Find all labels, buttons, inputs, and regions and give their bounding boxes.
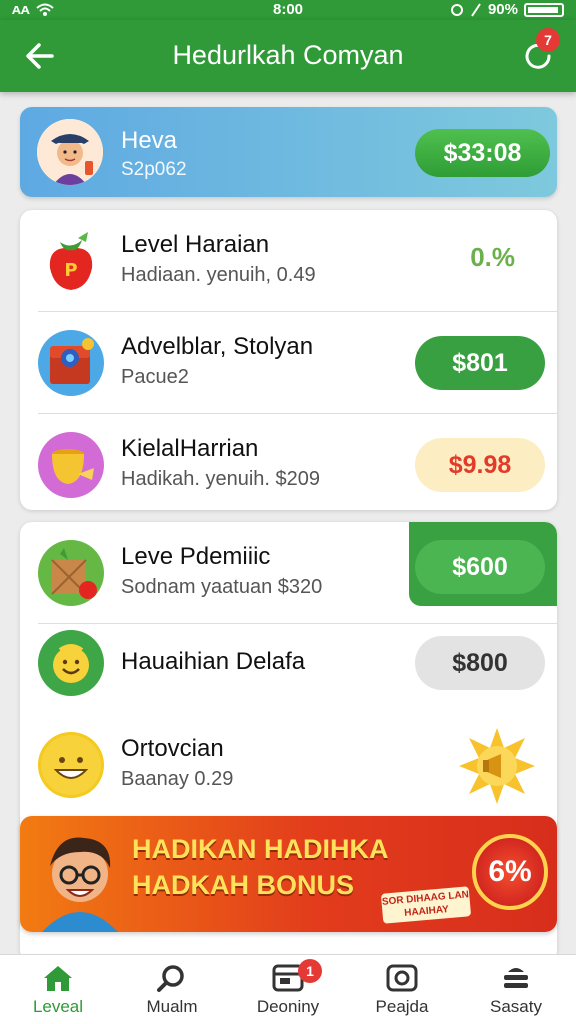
- nav-label: Mualm: [146, 997, 198, 1016]
- list-item[interactable]: Ortovcian Baanay 0.29: [20, 714, 557, 816]
- banner-tag: SOR DIHAAG LAN HAAIHAY: [380, 886, 472, 924]
- battery-percent: 90%: [487, 1, 518, 18]
- nav-label: Deoniny: [256, 997, 320, 1016]
- smiley-coin-icon: [38, 732, 104, 798]
- nav-item-sasaty[interactable]: Sasaty: [466, 963, 566, 1023]
- app-bar: Hedurlkah Comyan 7: [0, 20, 576, 92]
- nav-item-leveal[interactable]: Leveal: [8, 963, 108, 1023]
- profile-id: S2p062: [121, 159, 187, 180]
- item-subtitle: Hadiaan. yenuih, 0.49: [121, 264, 316, 286]
- strawberry-icon: P: [38, 228, 104, 294]
- smiley-badge-icon: [38, 630, 104, 696]
- balance-button[interactable]: $33:08: [415, 129, 550, 177]
- list-item[interactable]: Hauaihian Delafa $800: [20, 612, 557, 714]
- item-title: Hauaihian Delafa: [121, 648, 306, 675]
- nav-badge: 1: [298, 959, 322, 983]
- nav-item-peajda[interactable]: Peajda: [352, 963, 452, 1023]
- profile-name: Heva: [121, 127, 178, 154]
- battery-icon: [524, 2, 564, 17]
- sync-icon: [450, 3, 463, 16]
- item-subtitle: Sodnam yaatuan $320: [121, 576, 323, 598]
- page-title: Hedurlkah Comyan: [172, 40, 404, 70]
- claim-button[interactable]: $801: [415, 336, 545, 390]
- item-title: Ortovcian: [121, 735, 224, 762]
- avatar: [37, 119, 103, 185]
- home-icon: [44, 966, 72, 991]
- claim-button[interactable]: $800: [415, 636, 545, 690]
- nav-label: Sasaty: [490, 997, 542, 1016]
- bonus-banner[interactable]: HADIKAN HADIHKA HADKAH BONUS SOR DIHAAG …: [20, 816, 557, 932]
- nav-label: Peajda: [375, 997, 429, 1016]
- megaphone-burst-icon[interactable]: [457, 726, 537, 806]
- list-item[interactable]: KielalHarrian Hadikah. yenuih. $209 $9.9…: [20, 414, 557, 510]
- gift-crate-icon: [38, 540, 104, 606]
- status-bar: ᴀᴀ 8:00 90%: [0, 0, 576, 20]
- item-percent: 0.%: [470, 242, 515, 272]
- claim-button[interactable]: $9.98: [415, 438, 545, 492]
- list-item[interactable]: P Level Haraian Hadiaan. yenuih, 0.49 0.…: [20, 210, 557, 312]
- svg-text:P: P: [64, 260, 77, 281]
- banner-headline: HADIKAN HADIHKA: [132, 834, 389, 864]
- item-subtitle: Baanay 0.29: [121, 768, 234, 790]
- camera-icon: [386, 964, 418, 992]
- golden-pot-icon: [38, 432, 104, 498]
- nav-item-mualm[interactable]: Mualm: [122, 963, 222, 1023]
- list-item[interactable]: Leve Pdemiiic Sodnam yaatuan $320 $600: [20, 522, 557, 624]
- claim-button[interactable]: $600: [415, 540, 545, 594]
- list-item[interactable]: Advelblar, Stolyan Pacue2 $801: [20, 312, 557, 414]
- banner-subheadline: HADKAH BONUS: [132, 870, 354, 900]
- item-title: Level Haraian: [121, 231, 270, 258]
- item-title: Advelblar, Stolyan: [121, 333, 314, 360]
- notification-badge: 7: [536, 28, 560, 52]
- character-avatar: [42, 837, 118, 932]
- treasure-box-icon: [38, 330, 104, 396]
- nav-item-deoniny[interactable]: Deoniny 1: [238, 959, 338, 1023]
- rewards-list-card: P Level Haraian Hadiaan. yenuih, 0.49 0.…: [20, 210, 557, 510]
- percent-badge: 6%: [472, 834, 548, 910]
- item-title: Leve Pdemiiic: [121, 543, 271, 570]
- search-icon: [157, 965, 184, 992]
- profile-card[interactable]: Heva S2p062 $33:08: [20, 107, 557, 197]
- stack-icon: [504, 968, 528, 988]
- highlight-corner: $600: [409, 522, 557, 606]
- item-title: KielalHarrian: [121, 435, 259, 462]
- bottom-nav: Leveal Mualm Deoniny 1 Peajda Sasaty: [0, 954, 576, 1024]
- item-subtitle: Pacue2: [121, 366, 189, 388]
- nav-label: Leveal: [32, 997, 84, 1016]
- item-subtitle: Hadikah. yenuih. $209: [121, 468, 321, 490]
- signal-icon: [471, 2, 481, 17]
